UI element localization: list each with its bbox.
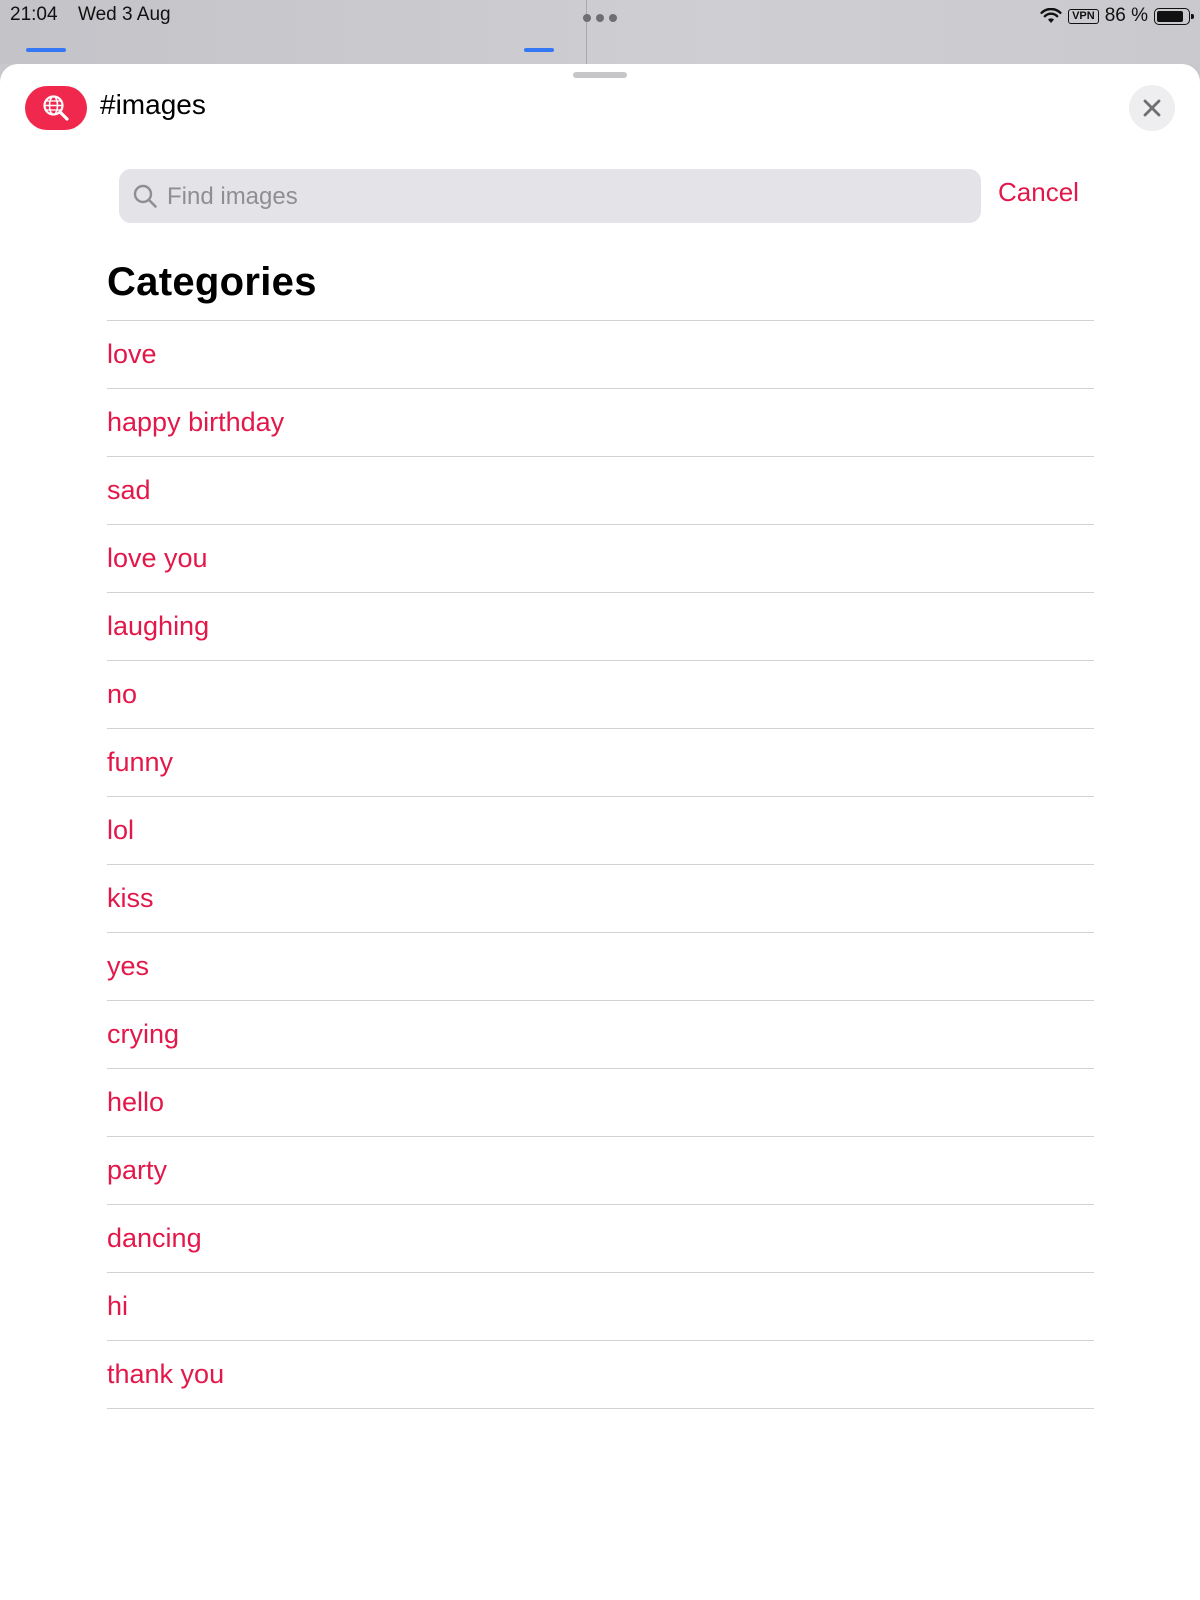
globe-search-icon: [25, 86, 87, 130]
category-item[interactable]: crying: [107, 1001, 1094, 1069]
battery-icon: [1154, 7, 1194, 25]
category-item[interactable]: no: [107, 661, 1094, 729]
category-item[interactable]: sad: [107, 457, 1094, 525]
close-button[interactable]: [1129, 85, 1175, 131]
images-sheet: #images Cancel Categories love happy bir…: [0, 64, 1200, 1600]
search-icon: [133, 184, 157, 208]
category-list: love happy birthday sad love you laughin…: [107, 320, 1094, 1409]
sheet-grabber[interactable]: [573, 72, 627, 78]
category-item[interactable]: happy birthday: [107, 389, 1094, 457]
category-item[interactable]: hi: [107, 1273, 1094, 1341]
status-time: 21:04: [10, 4, 58, 25]
search-field[interactable]: [119, 169, 981, 225]
sheet-title: #images: [100, 89, 206, 120]
split-view-divider: [586, 0, 587, 64]
category-item[interactable]: dancing: [107, 1205, 1094, 1273]
category-item[interactable]: love: [107, 321, 1094, 389]
category-item[interactable]: funny: [107, 729, 1094, 797]
category-item[interactable]: lol: [107, 797, 1094, 865]
background-edit-hint: [26, 48, 66, 52]
status-date: Wed 3 Aug: [78, 4, 171, 25]
cancel-button[interactable]: Cancel: [998, 177, 1079, 208]
battery-percent: 86 %: [1104, 5, 1148, 26]
battery-level: [1157, 10, 1183, 22]
categories-heading: Categories: [107, 260, 317, 304]
search-input[interactable]: [165, 169, 969, 225]
category-item[interactable]: thank you: [107, 1341, 1094, 1409]
category-item[interactable]: kiss: [107, 865, 1094, 933]
category-item[interactable]: yes: [107, 933, 1094, 1001]
category-item[interactable]: hello: [107, 1069, 1094, 1137]
category-item[interactable]: laughing: [107, 593, 1094, 661]
vpn-badge: VPN: [1068, 8, 1099, 24]
status-indicators: VPN 86 %: [1040, 3, 1194, 29]
category-item[interactable]: party: [107, 1137, 1094, 1205]
background-compose-hint: [524, 48, 554, 52]
close-icon: [1143, 99, 1161, 117]
status-bar: 21:04 Wed 3 Aug VPN 86 %: [0, 0, 1200, 64]
wifi-icon: [1040, 8, 1062, 23]
category-item[interactable]: love you: [107, 525, 1094, 593]
multitask-dots-icon[interactable]: [583, 14, 619, 24]
